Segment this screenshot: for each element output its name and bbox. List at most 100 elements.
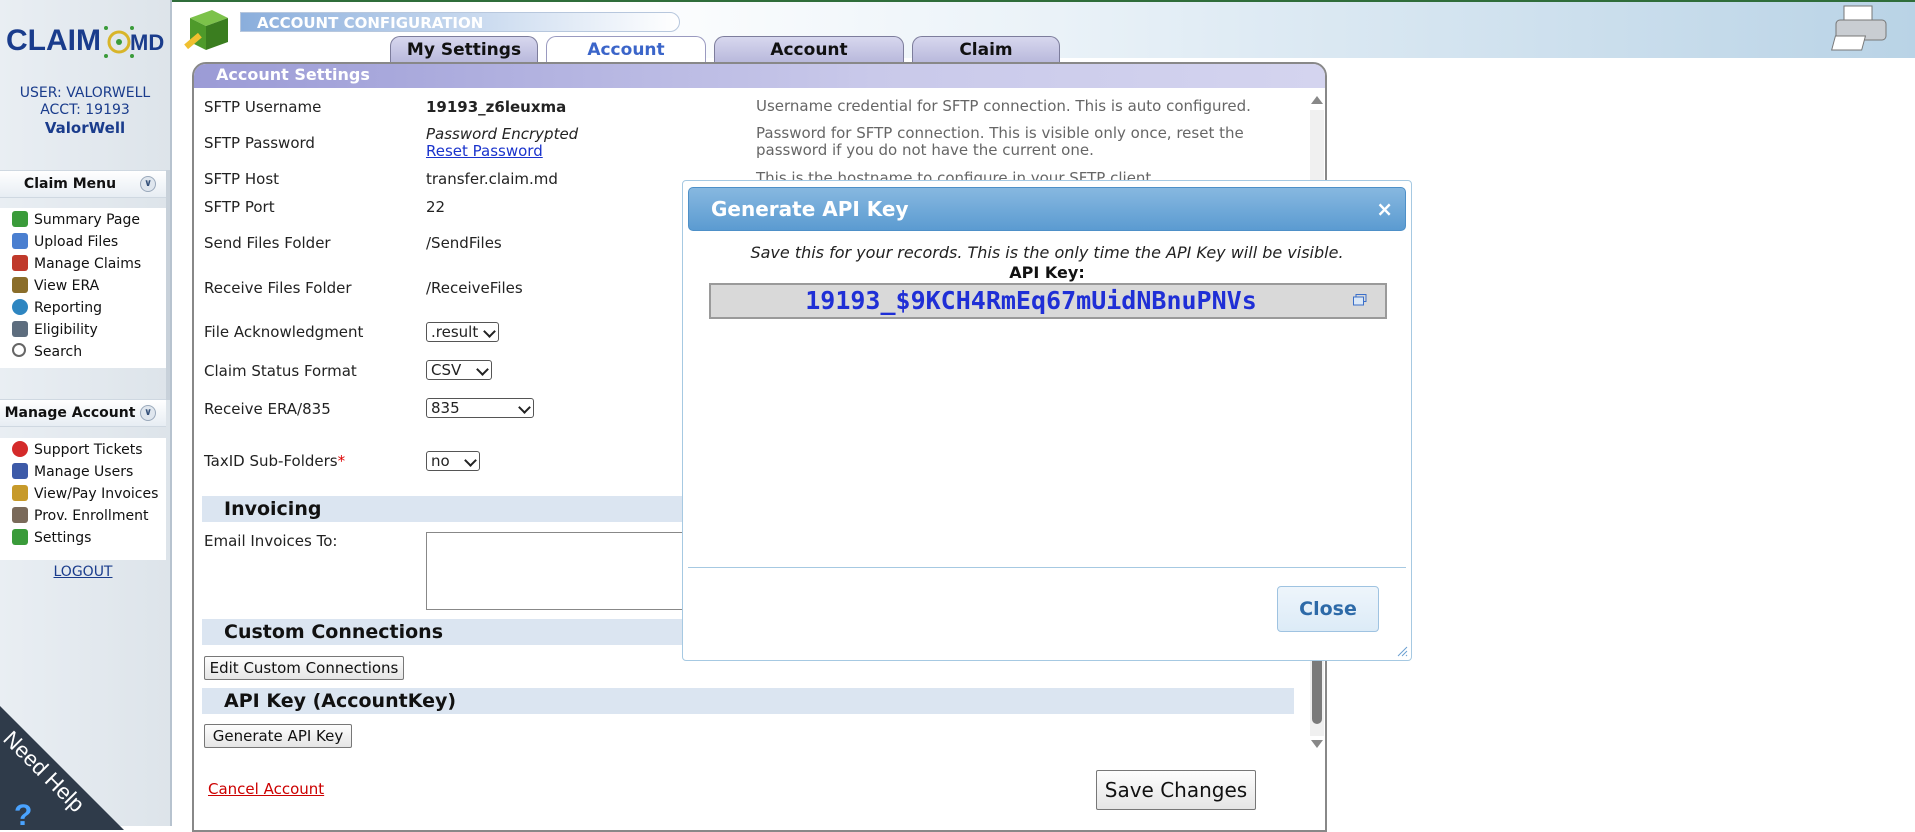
sftp-password-value: Password Encrypted <box>426 125 579 143</box>
svg-text:MD: MD <box>130 30 164 55</box>
sidebar-item-view-pay-invoices[interactable]: View/Pay Invoices <box>0 482 166 504</box>
sftp-port-label: SFTP Port <box>204 198 275 216</box>
edit-custom-connections-button[interactable]: Edit Custom Connections <box>204 656 404 680</box>
save-changes-button[interactable]: Save Changes <box>1096 770 1256 810</box>
generate-api-key-button[interactable]: Generate API Key <box>204 724 352 748</box>
receive-folder-label: Receive Files Folder <box>204 279 352 297</box>
sidebar-scrollbar[interactable] <box>166 170 170 400</box>
collapse-chevron-icon[interactable]: ∨ <box>140 176 156 192</box>
manage-account-header[interactable]: Manage Account ∨ <box>0 399 166 427</box>
dialog-divider <box>688 567 1406 568</box>
receive-era-label: Receive ERA/835 <box>204 400 331 418</box>
need-help-ribbon[interactable]: Need Help ? <box>0 700 124 830</box>
sftp-port-value: 22 <box>426 198 446 216</box>
panel-title: Account Settings <box>194 64 1325 88</box>
api-key-label: API Key: <box>1009 263 1085 282</box>
receive-era-select[interactable]: 835 <box>426 398 534 418</box>
scroll-up-arrow-icon[interactable] <box>1311 96 1323 104</box>
user-name: USER: VALORWELL <box>19 85 151 101</box>
reporting-icon <box>12 299 28 315</box>
sidebar-item-prov-enrollment[interactable]: Prov. Enrollment <box>0 504 166 526</box>
close-icon[interactable]: × <box>1376 188 1393 230</box>
tab-account-settings[interactable]: Account Settings <box>546 36 706 86</box>
sidebar-item-support-tickets[interactable]: Support Tickets <box>0 438 166 460</box>
summary-icon <box>12 211 28 227</box>
scroll-down-arrow-icon[interactable] <box>1311 740 1323 748</box>
sidebar-item-label: Manage Users <box>34 464 134 480</box>
tab-my-settings[interactable]: My Settings <box>390 36 538 62</box>
sidebar-item-search[interactable]: Search <box>0 340 166 362</box>
required-marker: * <box>337 452 346 470</box>
sidebar-item-reporting[interactable]: Reporting <box>0 296 166 318</box>
collapse-chevron-icon[interactable]: ∨ <box>140 405 156 421</box>
sftp-host-label: SFTP Host <box>204 170 280 188</box>
sidebar-item-label: Support Tickets <box>34 442 143 458</box>
reset-password-link[interactable]: Reset Password <box>426 142 543 160</box>
logout-link[interactable]: LOGOUT <box>0 564 166 580</box>
sidebar-item-label: View ERA <box>34 278 100 294</box>
sftp-username-label: SFTP Username <box>204 98 322 116</box>
sidebar-item-upload-files[interactable]: Upload Files <box>0 230 166 252</box>
receive-era-selected: 835 <box>431 399 460 417</box>
sidebar: CLAIM MD USER: VALORWELL ACCT: 19193 Val… <box>0 0 172 830</box>
section-title-bar: ACCOUNT CONFIGURATION <box>240 12 680 32</box>
cancel-account-link[interactable]: Cancel Account <box>208 780 324 798</box>
invoices-icon <box>12 485 28 501</box>
api-key-box[interactable]: 19193_$9KCH4RmEq67mUidNBnuPNVs <box>709 283 1387 319</box>
chevron-down-icon <box>476 363 489 376</box>
dialog-title: Generate API Key <box>711 197 909 221</box>
sidebar-item-label: Prov. Enrollment <box>34 508 149 524</box>
file-ack-selected: .result <box>431 323 479 341</box>
claim-menu-header[interactable]: Claim Menu ∨ <box>0 170 166 198</box>
file-ack-label: File Acknowledgment <box>204 323 364 341</box>
file-ack-select[interactable]: .result <box>426 322 499 342</box>
eligibility-icon <box>12 321 28 337</box>
tab-claim-grouping[interactable]: Claim Grouping <box>912 36 1060 86</box>
top-accent-line <box>0 0 1915 2</box>
resize-grip-icon[interactable] <box>1396 645 1408 657</box>
email-invoices-input[interactable] <box>426 532 686 610</box>
sidebar-item-eligibility[interactable]: Eligibility <box>0 318 166 340</box>
send-folder-label: Send Files Folder <box>204 234 331 252</box>
sidebar-item-manage-users[interactable]: Manage Users <box>0 460 166 482</box>
era-icon <box>12 277 28 293</box>
send-folder-value: /SendFiles <box>426 234 502 252</box>
chevron-down-icon <box>464 454 477 467</box>
sftp-username-desc: Username credential for SFTP connection.… <box>756 97 1251 115</box>
claim-status-selected: CSV <box>431 361 462 379</box>
settings-icon <box>12 529 28 545</box>
manage-account-list: Support Tickets Manage Users View/Pay In… <box>0 438 166 560</box>
sidebar-item-label: View/Pay Invoices <box>34 486 159 502</box>
claim-status-select[interactable]: CSV <box>426 360 492 380</box>
enrollment-icon <box>12 507 28 523</box>
taxid-select[interactable]: no <box>426 451 480 471</box>
settings-cube-icon <box>184 10 228 50</box>
sidebar-item-settings[interactable]: Settings <box>0 526 166 548</box>
sidebar-item-manage-claims[interactable]: Manage Claims <box>0 252 166 274</box>
taxid-label-text: TaxID Sub-Folders <box>204 452 338 470</box>
close-button[interactable]: Close <box>1277 586 1379 632</box>
sidebar-item-view-era[interactable]: View ERA <box>0 274 166 296</box>
api-key-section-header: API Key (AccountKey) <box>202 688 1294 714</box>
sidebar-item-label: Search <box>34 344 83 360</box>
taxid-label: TaxID Sub-Folders* <box>204 452 345 470</box>
sftp-password-label: SFTP Password <box>204 134 315 152</box>
svg-text:CLAIM: CLAIM <box>6 24 101 57</box>
users-icon <box>12 463 28 479</box>
dialog-title-bar[interactable]: Generate API Key × <box>688 187 1406 231</box>
scrollbar-thumb[interactable] <box>1312 656 1322 724</box>
api-key-value[interactable]: 19193_$9KCH4RmEq67mUidNBnuPNVs <box>711 285 1351 317</box>
taxid-selected: no <box>431 452 450 470</box>
chevron-down-icon <box>518 401 531 414</box>
generate-api-key-dialog: Generate API Key × Save this for your re… <box>682 180 1412 661</box>
printer-icon[interactable] <box>1830 4 1892 54</box>
chevron-down-icon <box>483 325 496 338</box>
tab-account-information[interactable]: Account Information <box>714 36 904 86</box>
sidebar-item-label: Eligibility <box>34 322 98 338</box>
claim-status-label: Claim Status Format <box>204 362 357 380</box>
receive-folder-value: /ReceiveFiles <box>426 279 523 297</box>
sidebar-item-summary-page[interactable]: Summary Page <box>0 208 166 230</box>
manage-account-title: Manage Account <box>4 405 136 421</box>
claimmd-logo[interactable]: CLAIM MD <box>6 10 171 80</box>
copy-icon[interactable] <box>1353 294 1367 306</box>
